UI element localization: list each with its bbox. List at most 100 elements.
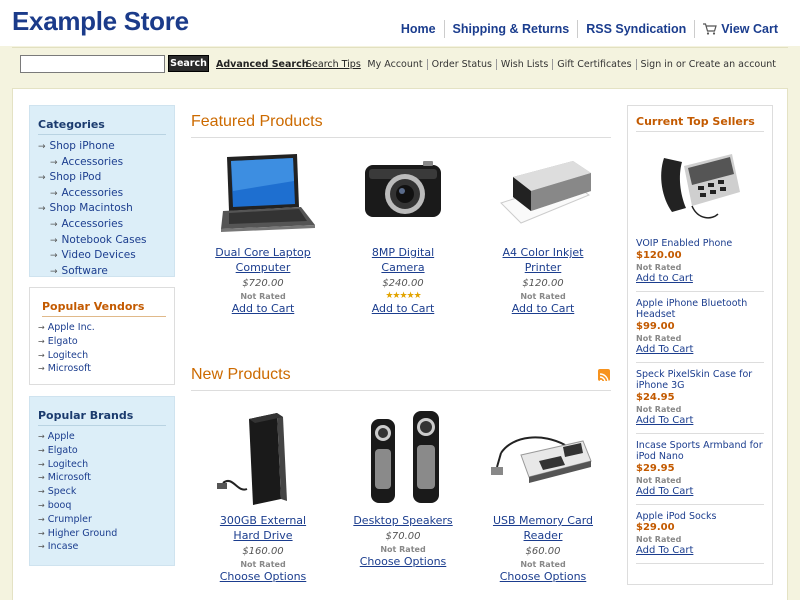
top-seller-name[interactable]: Speck PixelSkin Case for iPhone 3G [636, 369, 764, 392]
category-subitem[interactable]: → Accessories [38, 217, 166, 233]
order-status-link[interactable]: Order Status [426, 59, 496, 70]
brand-item[interactable]: → Microsoft [38, 471, 166, 485]
search-input[interactable] [20, 55, 165, 73]
top-seller-name[interactable]: Incase Sports Armband for iPod Nano [636, 440, 764, 463]
arrow-icon: → [38, 173, 46, 184]
choose-options-button[interactable]: Choose Options [333, 555, 473, 568]
vendor-label: Apple Inc. [47, 322, 95, 333]
category-subitem[interactable]: → Software [38, 264, 166, 280]
sign-in-link[interactable]: Sign in [641, 59, 673, 70]
search-tips-link[interactable]: Search Tips [306, 59, 361, 70]
product-card: 300GB External Hard Drive $160.00 Not Ra… [193, 405, 333, 583]
add-to-cart-button[interactable]: Add To Cart [636, 344, 764, 363]
brand-item[interactable]: → Apple [38, 430, 166, 444]
search-button[interactable]: Search [168, 55, 209, 72]
brand-item[interactable]: → Speck [38, 485, 166, 499]
arrow-icon: → [38, 432, 45, 441]
product-name-line2[interactable]: Camera [333, 260, 473, 275]
vendor-item[interactable]: → Apple Inc. [38, 321, 166, 335]
product-name[interactable]: Dual Core Laptop [193, 245, 333, 260]
brand-label: Speck [47, 486, 77, 498]
add-to-cart-button[interactable]: Add To Cart [636, 486, 764, 505]
top-seller-item: Apple iPod Socks $29.00 Not Rated Add To Ca… [628, 505, 772, 564]
category-item[interactable]: → Shop Macintosh [38, 201, 166, 217]
arrow-icon: → [50, 266, 58, 277]
product-name[interactable]: USB Memory Card [473, 513, 613, 528]
card-reader-icon [491, 436, 592, 483]
category-item[interactable]: → Shop iPhone [38, 139, 166, 155]
search-bar: Search Advanced Search Search Tips My Ac… [12, 47, 788, 77]
my-account-link[interactable]: My Account [363, 59, 426, 70]
arrow-icon: → [38, 473, 45, 483]
top-seller-rating: Not Rated [636, 535, 682, 544]
arrow-icon: → [38, 542, 45, 552]
arrow-icon: → [38, 514, 45, 524]
top-seller-name[interactable]: Apple iPod Socks [636, 511, 764, 523]
nav-shipping-returns[interactable]: Shipping & Returns [443, 20, 578, 38]
brand-label: Apple [47, 431, 75, 442]
product-card: Dual Core Laptop Computer $720.00 Not Ra… [193, 151, 333, 315]
arrow-icon: → [38, 487, 45, 497]
product-rating: Not Rated [520, 560, 566, 569]
category-subitem[interactable]: → Accessories [38, 155, 166, 171]
brand-item[interactable]: → Crumpler [38, 513, 166, 527]
nav-view-cart[interactable]: View Cart [694, 20, 786, 38]
vendor-item[interactable]: → Microsoft [38, 362, 166, 376]
product-name-line2[interactable]: Hard Drive [193, 528, 333, 543]
advanced-search-link[interactable]: Advanced Search [216, 59, 308, 70]
brand-item[interactable]: → Logitech [38, 458, 166, 472]
top-seller-name[interactable]: Apple iPhone Bluetooth Headset [636, 298, 764, 321]
store-logo[interactable]: Example Store [12, 6, 189, 37]
brand-item[interactable]: → Higher Ground [38, 527, 166, 541]
nav-home[interactable]: Home [393, 20, 444, 38]
category-subitem[interactable]: → Accessories [38, 186, 166, 202]
product-name[interactable]: Desktop Speakers [333, 513, 473, 528]
add-to-cart-button[interactable]: Add to Cart [193, 302, 333, 315]
create-account-link[interactable]: Create an account [689, 59, 776, 70]
top-seller-price: $24.95 [636, 391, 675, 403]
product-name[interactable]: A4 Color Inkjet [473, 245, 613, 260]
wish-lists-link[interactable]: Wish Lists [495, 59, 552, 70]
product-name[interactable]: 300GB External [193, 513, 333, 528]
brand-item[interactable]: → booq [38, 499, 166, 513]
category-subitem[interactable]: → Video Devices [38, 248, 166, 264]
nav-rss-syndication[interactable]: RSS Syndication [577, 20, 694, 38]
brands-list: → Apple → Elgato → Logitech → Microsoft → Speck → b… [30, 430, 174, 554]
top-seller-rating: Not Rated [636, 262, 682, 272]
brand-item[interactable]: → Incase [38, 540, 166, 554]
top-seller-price: $99.00 [636, 320, 675, 332]
product-price: $240.00 [382, 278, 424, 289]
category-label: Accessories [61, 217, 124, 230]
add-to-cart-button[interactable]: Add To Cart [636, 415, 764, 434]
brand-label: Elgato [47, 444, 78, 456]
category-subitem[interactable]: → Notebook Cases [38, 233, 166, 249]
view-cart-label: View Cart [721, 22, 778, 36]
category-item[interactable]: → Shop iPod [38, 170, 166, 186]
arrow-icon: → [38, 336, 45, 346]
brand-item[interactable]: → Elgato [38, 444, 166, 458]
vendor-label: Logitech [47, 349, 89, 361]
brands-box: Popular Brands → Apple → Elgato → Logitech → Mi… [29, 396, 175, 566]
product-name-line2[interactable]: Printer [473, 260, 613, 275]
choose-options-button[interactable]: Choose Options [193, 570, 333, 583]
product-name-line2[interactable]: Reader [473, 528, 613, 543]
top-seller-price: $120.00 [636, 249, 682, 261]
vendor-item[interactable]: → Logitech [38, 349, 166, 363]
add-to-cart-button[interactable]: Add to Cart [333, 302, 473, 315]
product-name[interactable]: 8MP Digital [333, 245, 473, 260]
rss-icon[interactable] [598, 369, 610, 383]
add-to-cart-button[interactable]: Add to Cart [473, 302, 613, 315]
top-seller-name[interactable]: VOIP Enabled Phone [636, 238, 764, 250]
product-name-line2[interactable]: Computer [193, 260, 333, 275]
vendors-box: Popular Vendors → Apple Inc. → Elgato → Logit… [29, 287, 175, 385]
speakers-icon [371, 411, 439, 503]
product-rating: Not Rated [380, 545, 426, 554]
top-sellers-list: VOIP Enabled Phone $120.00 Not Rated Add to… [628, 236, 772, 564]
add-to-cart-button[interactable]: Add To Cart [636, 545, 764, 564]
gift-certificates-link[interactable]: Gift Certificates [552, 59, 635, 70]
vendor-item[interactable]: → Elgato [38, 335, 166, 349]
add-to-cart-button[interactable]: Add to Cart [636, 273, 764, 292]
product-price: $60.00 [525, 546, 561, 557]
brands-title: Popular Brands [38, 409, 166, 426]
choose-options-button[interactable]: Choose Options [473, 570, 613, 583]
